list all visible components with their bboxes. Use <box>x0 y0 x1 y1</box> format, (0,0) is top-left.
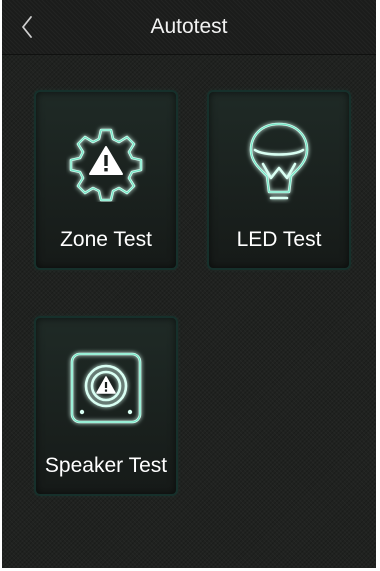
chevron-left-icon <box>22 16 32 38</box>
led-test-label: LED Test <box>236 228 322 251</box>
bulb-icon <box>249 122 309 200</box>
page-title: Autotest <box>150 15 228 38</box>
led-test-tile[interactable]: LED Test <box>207 90 351 270</box>
header-bar: Autotest <box>2 0 376 55</box>
speaker-test-label: Speaker Test <box>44 454 168 477</box>
zone-test-tile[interactable]: Zone Test <box>34 90 178 270</box>
gear-warning-icon <box>69 128 143 202</box>
speaker-test-tile[interactable]: Speaker Test <box>34 316 178 496</box>
speaker-warning-icon <box>70 352 142 424</box>
zone-test-label: Zone Test <box>60 228 152 251</box>
autotest-screen: Autotest Zone Test LED Test Speaker Test <box>2 0 376 568</box>
back-button[interactable] <box>12 12 42 42</box>
